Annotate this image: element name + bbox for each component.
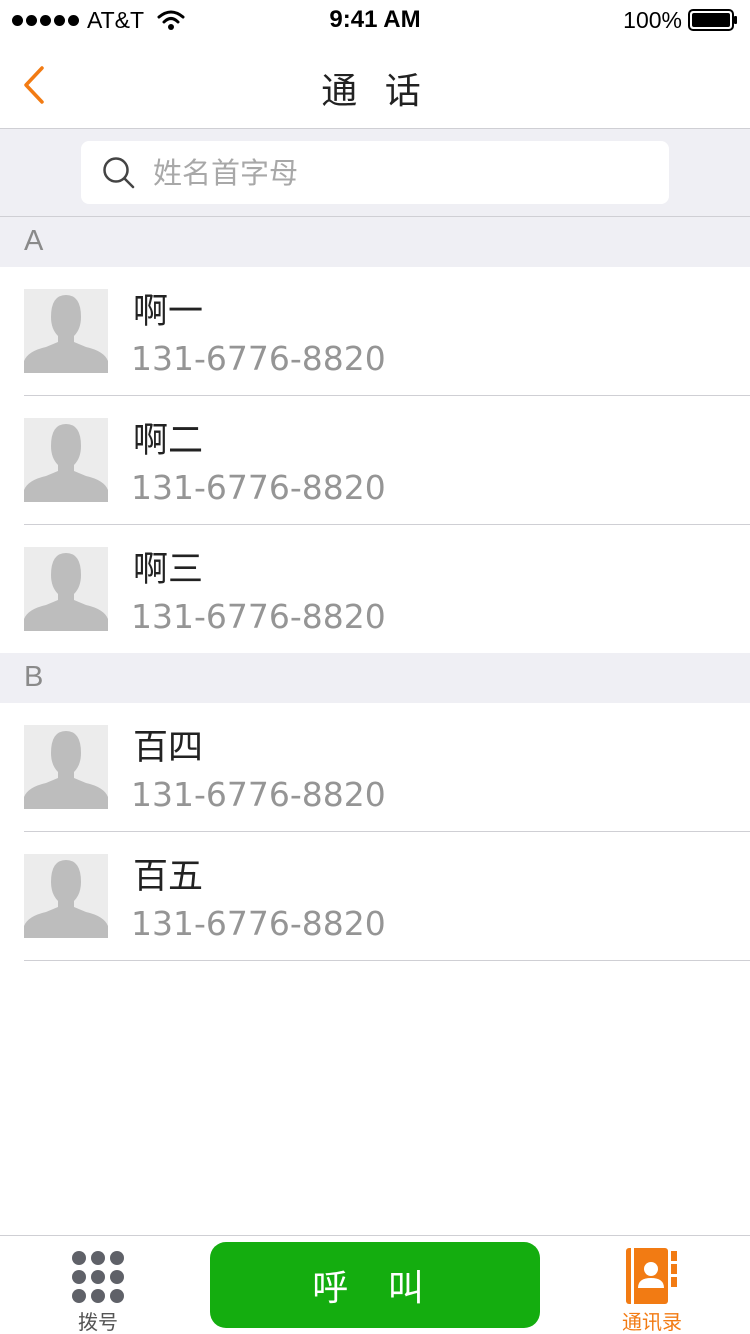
avatar-placeholder-icon — [24, 725, 108, 809]
contacts-book-icon — [626, 1248, 677, 1304]
wifi-icon — [157, 10, 185, 30]
section-letter: B — [24, 661, 44, 693]
contact-row[interactable]: 啊三 131-6776-8820 — [0, 525, 750, 654]
page-title: 通 话 — [321, 71, 429, 112]
contact-phone: 131-6776-8820 — [131, 339, 386, 378]
contact-name: 啊二 — [133, 421, 204, 461]
contact-phone: 131-6776-8820 — [131, 775, 386, 814]
carrier-name: AT&T — [87, 6, 145, 33]
tab-contacts[interactable]: 通讯录 — [600, 1246, 704, 1334]
contact-name: 百五 — [133, 857, 204, 897]
avatar-placeholder-icon — [24, 289, 108, 373]
bottom-tab-bar: 拨号 呼 叫 通讯录 — [0, 1235, 750, 1334]
search-icon — [103, 156, 135, 188]
status-bar-right: 100% — [623, 6, 738, 34]
contact-row[interactable]: 啊一 131-6776-8820 — [0, 267, 750, 396]
search-input[interactable] — [153, 155, 633, 190]
search-area — [0, 129, 750, 217]
contact-name: 啊三 — [133, 550, 204, 590]
contact-row[interactable]: 百五 131-6776-8820 — [0, 832, 750, 961]
tab-contacts-label: 通讯录 — [622, 1310, 682, 1334]
contact-phone: 131-6776-8820 — [131, 597, 386, 636]
avatar-placeholder-icon — [24, 547, 108, 631]
contact-row[interactable]: 啊二 131-6776-8820 — [0, 396, 750, 525]
signal-dots-icon — [12, 14, 79, 26]
contact-phone: 131-6776-8820 — [131, 904, 386, 943]
keypad-icon — [72, 1251, 124, 1303]
chevron-left-icon — [24, 66, 44, 104]
contact-name: 百四 — [133, 728, 204, 768]
tab-dial[interactable]: 拨号 — [48, 1246, 148, 1334]
row-divider — [24, 960, 750, 961]
section-header-b: B — [0, 653, 750, 703]
avatar-placeholder-icon — [24, 854, 108, 938]
section-header-a: A — [0, 217, 750, 267]
battery-icon — [688, 9, 737, 31]
contact-name: 啊一 — [133, 292, 204, 332]
status-bar: AT&T 9:41 AM 100% — [0, 0, 750, 40]
contact-row[interactable]: 百四 131-6776-8820 — [0, 703, 750, 832]
back-button[interactable] — [14, 60, 54, 110]
contact-phone: 131-6776-8820 — [131, 468, 386, 507]
status-bar-left: AT&T — [12, 6, 186, 34]
tab-dial-label: 拨号 — [78, 1310, 118, 1334]
navigation-bar: 通 话 — [0, 40, 750, 129]
avatar-placeholder-icon — [24, 418, 108, 502]
section-letter: A — [24, 225, 44, 257]
call-button[interactable]: 呼 叫 — [210, 1242, 540, 1328]
search-box[interactable] — [81, 141, 669, 204]
battery-percent: 100% — [623, 6, 682, 33]
